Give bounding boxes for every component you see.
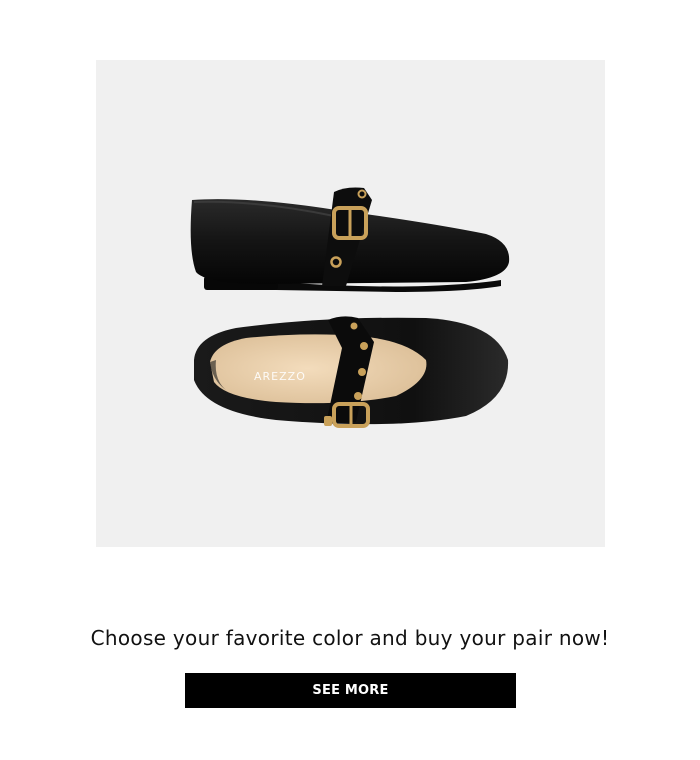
product-image: AREZZO [96,60,605,547]
promo-tagline: Choose your favorite color and buy your … [90,626,610,650]
see-more-button[interactable]: SEE MORE [185,673,516,708]
shoe-top-view: AREZZO [194,316,509,428]
shoe-side-view [190,187,510,292]
brand-imprint: AREZZO [254,370,306,383]
shoe-pair-illustration: AREZZO [190,187,510,428]
